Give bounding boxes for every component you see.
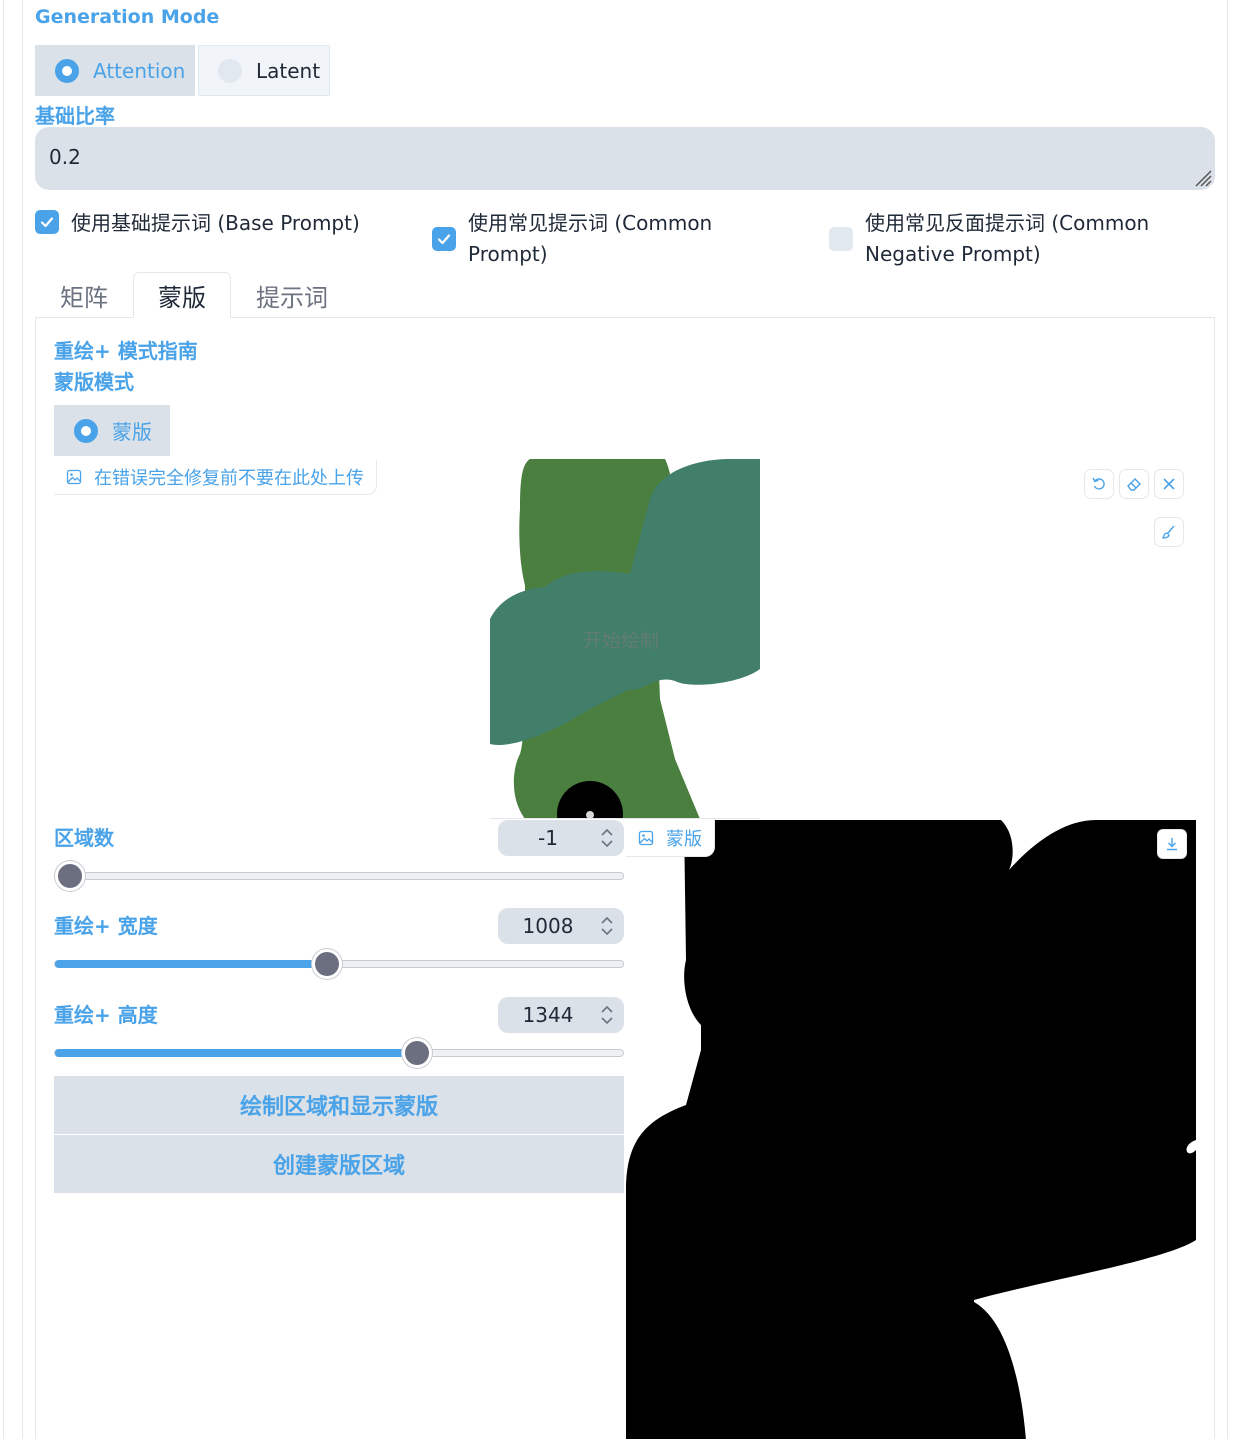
generation-mode-label: Generation Mode bbox=[35, 6, 220, 28]
image-icon bbox=[638, 830, 654, 845]
create-mask-button[interactable]: 创建蒙版区域 bbox=[54, 1135, 624, 1193]
attention-label: Attention bbox=[93, 58, 186, 83]
region-count-slider[interactable] bbox=[54, 861, 624, 891]
checkbox-unchecked-icon[interactable] bbox=[829, 227, 853, 251]
region-count-input[interactable]: -1 bbox=[498, 820, 624, 856]
width-value: 1008 bbox=[522, 914, 574, 938]
slider-fill bbox=[55, 960, 327, 968]
eraser-button[interactable] bbox=[1119, 469, 1149, 499]
slider-thumb[interactable] bbox=[402, 1038, 432, 1068]
base-prompt-checkbox[interactable]: 使用基础提示词 (Base Prompt) bbox=[35, 208, 360, 239]
tab-matrix[interactable]: 矩阵 bbox=[42, 272, 126, 318]
region-count-label: 区域数 bbox=[54, 826, 114, 850]
resize-grip-icon[interactable] bbox=[1192, 167, 1212, 187]
spinner-arrows-icon[interactable] bbox=[600, 1003, 614, 1027]
common-prompt-checkbox[interactable]: 使用常见提示词 (Common Prompt) bbox=[432, 208, 762, 270]
height-label: 重绘+ 高度 bbox=[54, 1003, 158, 1027]
region-count-value: -1 bbox=[538, 826, 558, 850]
upload-badge: 在错误完全修复前不要在此处上传 bbox=[54, 460, 377, 495]
mask-shape bbox=[626, 820, 1196, 1439]
upload-badge-text: 在错误完全修复前不要在此处上传 bbox=[94, 468, 364, 489]
height-input[interactable]: 1344 bbox=[498, 997, 624, 1033]
slider-thumb[interactable] bbox=[312, 949, 342, 979]
latent-label: Latent bbox=[256, 58, 321, 83]
mask-mode-radio[interactable]: 蒙版 bbox=[54, 405, 170, 456]
page-edge bbox=[3, 0, 4, 1439]
checkbox-checked-icon[interactable] bbox=[35, 210, 59, 234]
download-icon bbox=[1167, 838, 1177, 851]
radio-dot-icon bbox=[55, 58, 79, 83]
common-negative-prompt-label: 使用常见反面提示词 (Common Negative Prompt) bbox=[865, 211, 1150, 266]
eraser-icon bbox=[1127, 478, 1141, 491]
base-ratio-input[interactable]: 0.2 bbox=[35, 127, 1215, 190]
mask-output-badge: 蒙版 bbox=[626, 819, 715, 857]
radio-dot-icon bbox=[74, 418, 98, 443]
tab-prompt[interactable]: 提示词 bbox=[238, 272, 346, 318]
brush-button[interactable] bbox=[1154, 517, 1184, 547]
mask-output-badge-text: 蒙版 bbox=[666, 828, 702, 850]
brush-icon bbox=[1161, 525, 1175, 539]
guide-title: 重绘+ 模式指南 bbox=[54, 339, 198, 363]
checkbox-checked-icon[interactable] bbox=[432, 227, 456, 251]
close-icon bbox=[1163, 478, 1175, 490]
latent-radio[interactable]: Latent bbox=[198, 45, 330, 96]
slider-thumb[interactable] bbox=[55, 861, 85, 891]
attention-radio[interactable]: Attention bbox=[35, 45, 195, 96]
undo-icon bbox=[1092, 477, 1105, 490]
radio-dot-icon bbox=[218, 58, 242, 83]
height-slider[interactable] bbox=[54, 1038, 624, 1068]
common-prompt-label: 使用常见提示词 (Common Prompt) bbox=[468, 211, 713, 266]
undo-button[interactable] bbox=[1084, 469, 1114, 499]
draw-region-button[interactable]: 绘制区域和显示蒙版 bbox=[54, 1076, 624, 1134]
tab-mask[interactable]: 蒙版 bbox=[133, 272, 231, 318]
base-ratio-value: 0.2 bbox=[49, 145, 81, 169]
width-label: 重绘+ 宽度 bbox=[54, 914, 158, 938]
base-prompt-label: 使用基础提示词 (Base Prompt) bbox=[71, 211, 360, 235]
image-icon bbox=[66, 469, 82, 485]
base-ratio-label: 基础比率 bbox=[35, 104, 115, 128]
width-slider[interactable] bbox=[54, 949, 624, 979]
download-button[interactable] bbox=[1157, 829, 1187, 859]
spinner-arrows-icon[interactable] bbox=[600, 826, 614, 850]
slider-fill bbox=[55, 1049, 417, 1057]
common-negative-prompt-checkbox[interactable]: 使用常见反面提示词 (Common Negative Prompt) bbox=[829, 208, 1189, 270]
height-value: 1344 bbox=[522, 1003, 574, 1027]
mask-mode-label: 蒙版模式 bbox=[54, 370, 134, 394]
spinner-arrows-icon[interactable] bbox=[600, 914, 614, 938]
width-input[interactable]: 1008 bbox=[498, 908, 624, 944]
mask-mode-option-label: 蒙版 bbox=[112, 420, 152, 444]
canvas-hint: 开始绘制 bbox=[583, 630, 660, 652]
mask-output-image bbox=[626, 820, 1196, 1439]
clear-button[interactable] bbox=[1154, 469, 1184, 499]
